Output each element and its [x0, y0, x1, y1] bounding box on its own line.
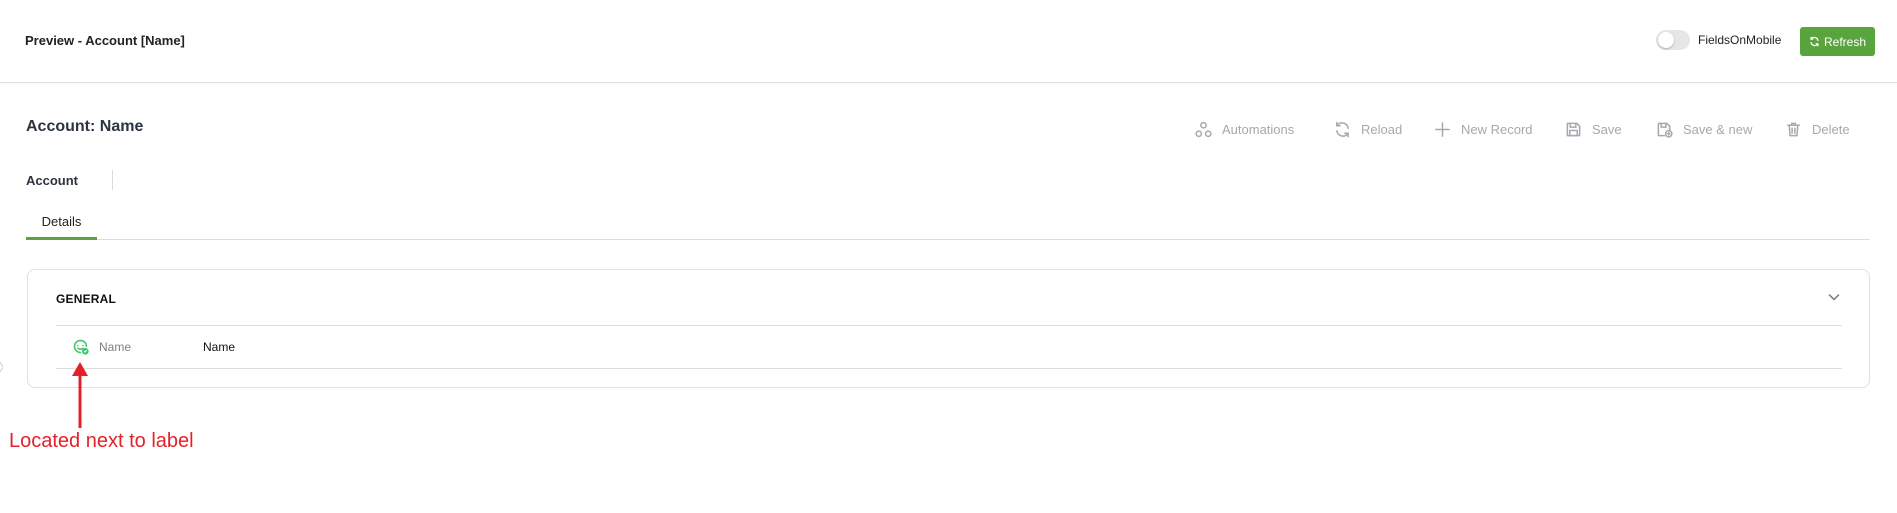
fields-on-mobile-label: FieldsOnMobile [1698, 33, 1782, 47]
fields-on-mobile-toggle-group: FieldsOnMobile [1656, 30, 1781, 50]
save-label: Save [1592, 121, 1622, 137]
general-section: GENERAL Name Name [27, 269, 1870, 388]
field-status-icon[interactable] [72, 338, 89, 355]
automations-button[interactable]: Automations [1195, 121, 1294, 138]
toggle-knob [1658, 32, 1674, 48]
automations-label: Automations [1222, 121, 1295, 137]
plus-icon [1435, 121, 1450, 137]
entity-label: Account [26, 173, 78, 188]
save-and-new-button[interactable]: Save & new [1656, 121, 1752, 138]
save-button[interactable]: Save [1565, 121, 1622, 138]
section-header: GENERAL [56, 292, 117, 306]
reload-label: Reload [1361, 121, 1403, 137]
new-record-button[interactable]: New Record [1434, 121, 1533, 138]
reload-button[interactable]: Reload [1334, 121, 1402, 138]
field-value-name: Name [203, 340, 236, 354]
preview-title: Preview - Account [Name] [25, 33, 185, 48]
refresh-button-label: Refresh [1823, 34, 1867, 49]
entity-divider [112, 170, 113, 190]
annotation-arrow [72, 362, 88, 428]
top-bar: Preview - Account [Name] FieldsOnMobile … [0, 0, 1897, 83]
fields-on-mobile-toggle[interactable] [1656, 30, 1690, 50]
field-label-name: Name [99, 340, 132, 354]
delete-button[interactable]: Delete [1785, 121, 1850, 138]
refresh-button[interactable]: Refresh [1800, 27, 1875, 56]
left-edge-mark [0, 362, 3, 372]
save-icon [1566, 122, 1581, 136]
save-and-new-label: Save & new [1683, 121, 1753, 137]
row-divider-bottom [56, 368, 1842, 369]
chevron-down-icon[interactable] [1827, 290, 1841, 304]
record-title: Account: Name [26, 118, 144, 135]
annotation-text: Located next to label [9, 430, 194, 452]
save-and-new-icon [1657, 122, 1673, 138]
automations-icon [1195, 121, 1212, 137]
trash-icon [1787, 122, 1800, 136]
tab-bar: Details [26, 205, 1870, 240]
refresh-icon [1810, 36, 1819, 47]
new-record-label: New Record [1461, 121, 1533, 137]
delete-label: Delete [1812, 121, 1850, 137]
reload-icon [1336, 121, 1349, 137]
row-divider-top [56, 325, 1842, 326]
tab-details[interactable]: Details [26, 205, 97, 240]
